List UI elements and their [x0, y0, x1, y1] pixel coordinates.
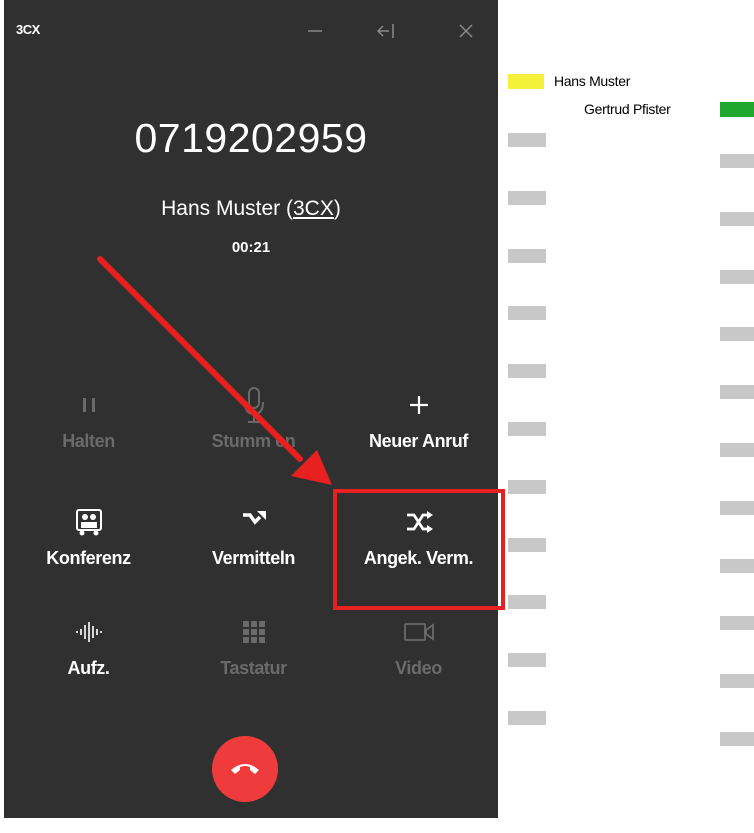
caller-company-link[interactable]: 3CX [293, 197, 334, 220]
lifeline-bar [720, 500, 754, 515]
lifeline-bar [720, 154, 754, 168]
highlight-box [333, 489, 505, 610]
lifeline-bar [508, 595, 546, 610]
hangup-phone-icon [228, 757, 262, 782]
plus-icon [336, 385, 501, 425]
legend-label-hans: Hans Muster [554, 73, 631, 89]
waveform-icon [6, 612, 171, 652]
record-button[interactable]: Aufz. [6, 612, 171, 679]
mute-button[interactable]: Stumm en [171, 385, 336, 452]
transfer-button[interactable]: Vermitteln [171, 502, 336, 569]
lifeline-bar [508, 479, 546, 494]
dialpad-icon [171, 612, 336, 652]
lifeline-bar [508, 190, 546, 205]
legend-label-gertrud: Gertrud Pfister [584, 101, 671, 117]
pause-icon [6, 385, 171, 425]
conference-button[interactable]: Konferenz [6, 502, 171, 569]
transfer-icon [171, 502, 336, 542]
lifeline-bar [508, 537, 546, 552]
title-bar: 3CX [4, 0, 498, 60]
background-diagram: Hans Muster Gertrud Pfister [498, 0, 754, 833]
lifeline-bar [508, 653, 546, 668]
caller-name: Hans Muster [161, 197, 281, 220]
microphone-icon [171, 385, 336, 425]
legend-swatch-hans [508, 74, 544, 89]
dock-left-icon[interactable] [372, 18, 402, 44]
hold-label: Halten [62, 431, 115, 451]
lifeline-bar [720, 327, 754, 342]
dialpad-button[interactable]: Tastatur [171, 612, 336, 679]
hangup-button[interactable] [212, 736, 278, 802]
lifeline-bar [508, 711, 546, 725]
app-title: 3CX [16, 22, 40, 37]
lifeline-bar [720, 269, 754, 284]
lifeline-bar [508, 364, 546, 379]
lifeline-bar [508, 133, 546, 147]
lifeline-bar [720, 732, 754, 746]
conference-icon [6, 502, 171, 542]
conference-label: Konferenz [46, 548, 131, 568]
new-call-button[interactable]: Neuer Anruf [336, 385, 501, 452]
video-camera-icon [336, 612, 501, 652]
lifeline-bar [508, 248, 546, 263]
lifeline-bar [720, 211, 754, 226]
minimize-icon[interactable] [300, 18, 330, 44]
lifeline-bar [720, 616, 754, 631]
dialpad-label: Tastatur [220, 658, 287, 678]
phone-window: 3CX 0719202959 Hans Muster (3CX) 00:21 H… [4, 0, 498, 818]
lifeline-bar [508, 422, 546, 436]
caller-info: Hans Muster (3CX) [161, 197, 341, 220]
hold-button[interactable]: Halten [6, 385, 171, 452]
new-call-label: Neuer Anruf [369, 431, 468, 451]
mute-label: Stumm en [211, 431, 296, 451]
call-timer: 00:21 [231, 239, 271, 256]
transfer-label: Vermitteln [211, 548, 296, 568]
legend-swatch-gertrud [720, 102, 754, 117]
lifeline-bar [720, 443, 754, 457]
lifeline-bar [720, 674, 754, 689]
lifeline-bar [508, 306, 546, 321]
record-label: Aufz. [67, 658, 110, 678]
video-label: Video [395, 658, 442, 678]
lifeline-bar [720, 558, 754, 573]
close-icon[interactable] [451, 18, 481, 44]
video-button[interactable]: Video [336, 612, 501, 679]
lifeline-bar [720, 385, 754, 400]
phone-number: 0719202959 [134, 115, 368, 161]
